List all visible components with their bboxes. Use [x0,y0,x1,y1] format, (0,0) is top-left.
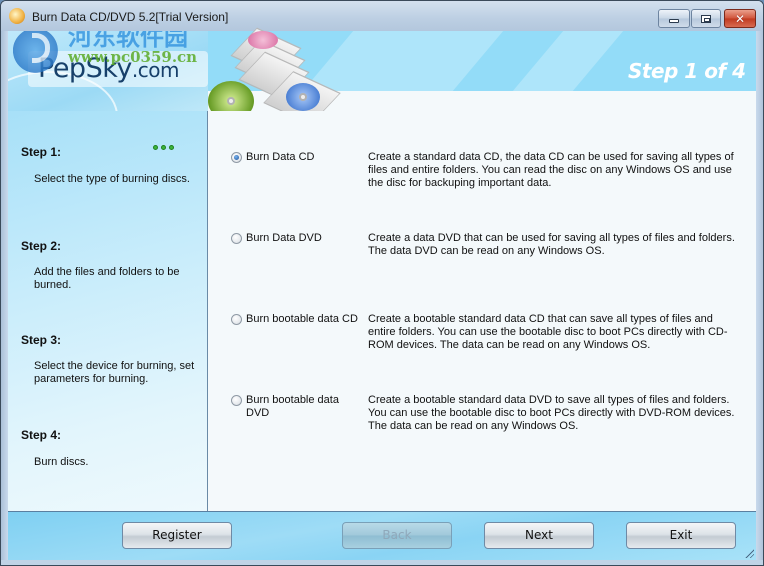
pink-disc-icon [248,31,278,49]
disc-stack-graphic [208,23,348,125]
app-icon[interactable] [9,8,25,24]
option-description: Create a bootable standard data CD that … [368,313,728,351]
option-label[interactable]: Burn Data DVD [246,232,366,245]
maximize-icon [701,14,711,23]
banner-stripe [512,31,624,91]
back-button[interactable]: Back [342,522,452,549]
current-step-indicator [153,145,174,150]
window-border-right [756,31,763,565]
blue-disc-icon [286,83,320,111]
step-2-description: Add the files and folders to be burned. [34,266,180,291]
radio-burn-data-dvd[interactable] [231,233,242,244]
step-4-label: Step 4: [21,428,62,442]
close-button[interactable]: ✕ [724,9,756,28]
steps-panel: Step 1: Select the type of burning discs… [8,111,208,511]
register-button[interactable]: Register [122,522,232,549]
window-title: Burn Data CD/DVD 5.2[Trial Version] [32,10,229,24]
window-border-left [1,31,8,565]
wizard-client-area: PepSky.com 河东软件园 www.pc0359.cn Step 1 of… [8,27,756,560]
step-indicator-title: Step 1 of 4 [628,59,746,83]
radio-burn-bootable-cd[interactable] [231,314,242,325]
radio-burn-data-cd[interactable] [231,152,242,163]
exit-button[interactable]: Exit [626,522,736,549]
radio-burn-bootable-dvd[interactable] [231,395,242,406]
step-1-description: Select the type of burning discs. [34,173,190,185]
step-2-label: Step 2: [21,239,62,253]
progress-dot [161,145,166,150]
title-bar[interactable]: Burn Data CD/DVD 5.2[Trial Version] ✕ [1,1,763,31]
disc-type-options: Burn Data CD Create a standard data CD, … [209,111,756,511]
close-icon: ✕ [734,11,746,26]
logo-area: PepSky.com 河东软件园 www.pc0359.cn [8,31,208,111]
option-description: Create a bootable standard data DVD to s… [368,394,735,432]
option-label[interactable]: Burn bootable data CD [246,313,366,326]
progress-dot [169,145,174,150]
step-3-description: Select the device for burning, set param… [34,360,195,385]
minimize-button[interactable] [658,9,690,28]
maximize-button[interactable] [691,9,721,28]
step-4-description: Burn discs. [34,456,89,468]
next-button[interactable]: Next [484,522,594,549]
watermark-url-text: www.pc0359.cn [68,48,198,66]
wizard-footer: Register Back Next Exit [8,511,756,560]
window-border-bottom [1,560,763,565]
option-label[interactable]: Burn bootable data DVD [246,394,346,420]
resize-grip-icon[interactable] [744,548,754,558]
step-3-label: Step 3: [21,333,62,347]
progress-dot [153,145,158,150]
app-window: Burn Data CD/DVD 5.2[Trial Version] ✕ Pe… [0,0,764,566]
step-1-label: Step 1: [21,145,62,159]
option-label[interactable]: Burn Data CD [246,151,366,164]
minimize-icon [669,18,679,23]
option-description: Create a standard data CD, the data CD c… [368,151,734,189]
option-description: Create a data DVD that can be used for s… [368,232,735,257]
